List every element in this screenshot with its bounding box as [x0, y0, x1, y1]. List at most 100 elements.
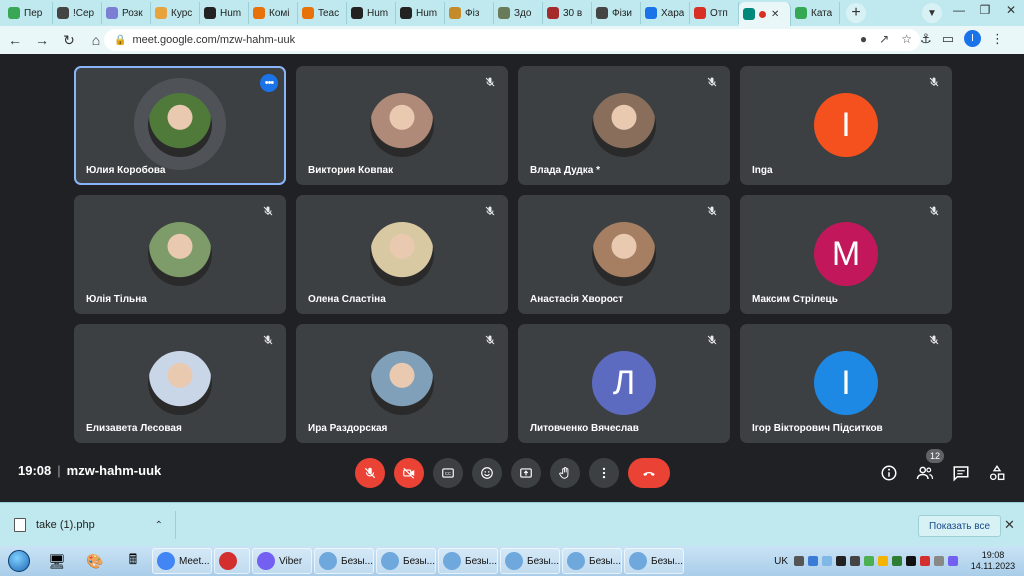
tab-favicon-icon — [645, 7, 657, 19]
browser-tab[interactable]: Фіз — [445, 2, 494, 24]
language-indicator[interactable]: UK — [774, 556, 788, 567]
meeting-details-button[interactable] — [878, 462, 900, 484]
download-item[interactable]: take (1).php ⌃ — [8, 511, 176, 539]
quicklaunch-calculator[interactable]: 🖩 — [114, 547, 152, 575]
taskbar-app-button[interactable]: Безы... — [438, 548, 498, 574]
tab-title: Hum — [220, 7, 242, 19]
bluetooth-icon[interactable] — [878, 556, 888, 566]
new-tab-button[interactable]: + — [846, 3, 866, 23]
participant-tile[interactable]: Ира Раздорская — [296, 324, 508, 443]
participant-tile[interactable]: Анастасія Хворост — [518, 195, 730, 314]
participant-tile[interactable]: ••• Юлия Коробова — [74, 66, 286, 185]
tab-favicon-icon — [57, 7, 69, 19]
network-tray-icon[interactable] — [808, 556, 818, 566]
browser-tab[interactable]: Фізи — [592, 2, 641, 24]
meet-stage: ••• Юлия Коробова Виктория Ковпак Влада Дуд… — [0, 54, 1024, 502]
tab-favicon-icon — [596, 7, 608, 19]
close-download-bar-icon[interactable]: ✕ — [1004, 517, 1015, 533]
participant-tile[interactable]: I Inga — [740, 66, 952, 185]
browser-tab[interactable]: Хара — [641, 2, 690, 24]
close-window-button[interactable]: ✕ — [998, 0, 1024, 20]
keyboard-icon[interactable] — [794, 556, 804, 566]
raise-hand-button[interactable] — [550, 458, 580, 488]
participant-tile[interactable]: Олена Сластіна — [296, 195, 508, 314]
tile-options-button[interactable]: ••• — [260, 74, 278, 92]
forward-button[interactable]: → — [30, 28, 54, 52]
captions-button[interactable]: CC — [433, 458, 463, 488]
browser-tab[interactable]: Пер — [4, 2, 53, 24]
participant-tile[interactable]: І Ігор Вікторович Підситков — [740, 324, 952, 443]
address-bar[interactable]: 🔒 meet.google.com/mzw-hahm-uuk ● ↗ ☆ — [104, 29, 920, 51]
tray-green-icon[interactable] — [892, 556, 902, 566]
taskbar-app-button[interactable]: Безы... — [376, 548, 436, 574]
flag-icon[interactable] — [822, 556, 832, 566]
tray-red-icon[interactable] — [920, 556, 930, 566]
tab-search-button[interactable]: ▼ — [922, 3, 942, 23]
browser-tab[interactable]: Отп — [690, 2, 739, 24]
file-icon — [14, 518, 26, 532]
chevron-up-icon[interactable]: ⌃ — [155, 520, 163, 531]
pen-icon[interactable] — [906, 556, 916, 566]
menu-dots-icon[interactable]: ⋮ — [991, 31, 1004, 47]
participant-tile[interactable]: Виктория Ковпак — [296, 66, 508, 185]
browser-tab[interactable]: ✕ — [739, 2, 791, 26]
reload-button[interactable]: ↻ — [57, 28, 81, 52]
chat-button[interactable] — [950, 462, 972, 484]
people-button[interactable] — [914, 462, 936, 484]
browser-tab[interactable]: Hum — [347, 2, 396, 24]
taskbar-app-button[interactable]: Безы... — [624, 548, 684, 574]
back-button[interactable]: ← — [3, 28, 27, 52]
taskbar-app-button[interactable]: Безы... — [562, 548, 622, 574]
more-options-button[interactable] — [589, 458, 619, 488]
taskbar-app-button[interactable] — [214, 548, 250, 574]
browser-tab[interactable]: Hum — [396, 2, 445, 24]
extensions-icon[interactable]: ⚓ — [920, 31, 932, 47]
toggle-mic-button[interactable] — [355, 458, 385, 488]
tab-favicon-icon — [8, 7, 20, 19]
volume-icon[interactable] — [850, 556, 860, 566]
participant-tile[interactable]: Юлія Тільна — [74, 195, 286, 314]
activities-button[interactable] — [986, 462, 1008, 484]
meeting-info: 19:08 | mzw-hahm-uuk — [18, 463, 161, 478]
browser-tab[interactable]: !Сер — [53, 2, 102, 24]
share-icon[interactable]: ↗ — [879, 32, 889, 46]
camera-icon[interactable]: ● — [860, 32, 867, 46]
taskbar-app-button[interactable]: Meet... — [152, 548, 212, 574]
profile-avatar[interactable]: I — [964, 30, 981, 47]
show-all-downloads-button[interactable]: Показать все — [918, 515, 1002, 537]
app-tray-icon[interactable] — [864, 556, 874, 566]
taskbar-app-button[interactable]: Безы... — [314, 548, 374, 574]
quicklaunch-paint[interactable]: 🎨 — [76, 547, 114, 575]
restore-button[interactable]: ❐ — [972, 0, 998, 20]
tray-grey-icon[interactable] — [934, 556, 944, 566]
browser-tab[interactable]: Teac — [298, 2, 347, 24]
browser-tab[interactable]: Розк — [102, 2, 151, 24]
participant-tile[interactable]: М Максим Стрілець — [740, 195, 952, 314]
taskbar-app-button[interactable]: Безы... — [500, 548, 560, 574]
minimize-button[interactable]: — — [946, 0, 972, 20]
browser-tab[interactable]: 30 в — [543, 2, 592, 24]
start-button[interactable] — [0, 547, 38, 575]
bookmark-star-icon[interactable]: ☆ — [901, 32, 912, 46]
reactions-button[interactable] — [472, 458, 502, 488]
side-panel-icon[interactable]: ▭ — [942, 31, 954, 47]
browser-toolbar: ← → ↻ ⌂ 🔒 meet.google.com/mzw-hahm-uuk ●… — [0, 26, 1024, 54]
close-tab-icon[interactable]: ✕ — [771, 9, 779, 20]
taskbar-app-button[interactable]: Viber — [252, 548, 312, 574]
present-button[interactable] — [511, 458, 541, 488]
participant-tile[interactable]: Л Литовченко Вячеслав — [518, 324, 730, 443]
clock[interactable]: 19:08 14.11.2023 — [968, 550, 1018, 572]
browser-tab[interactable]: Hum — [200, 2, 249, 24]
toggle-camera-button[interactable] — [394, 458, 424, 488]
browser-tab[interactable]: Курс — [151, 2, 200, 24]
browser-tab[interactable]: Комі — [249, 2, 298, 24]
participant-tile[interactable]: Влада Дудка * — [518, 66, 730, 185]
signal-icon[interactable] — [836, 556, 846, 566]
browser-tab[interactable]: Здо — [494, 2, 543, 24]
viber-tray-icon[interactable] — [948, 556, 958, 566]
participant-tile[interactable]: Елизавета Лесовая — [74, 324, 286, 443]
leave-call-button[interactable] — [628, 458, 670, 488]
browser-tab[interactable]: Ката — [791, 2, 840, 24]
quicklaunch-network[interactable]: 🖥 — [38, 547, 76, 575]
app-icon — [567, 552, 585, 570]
